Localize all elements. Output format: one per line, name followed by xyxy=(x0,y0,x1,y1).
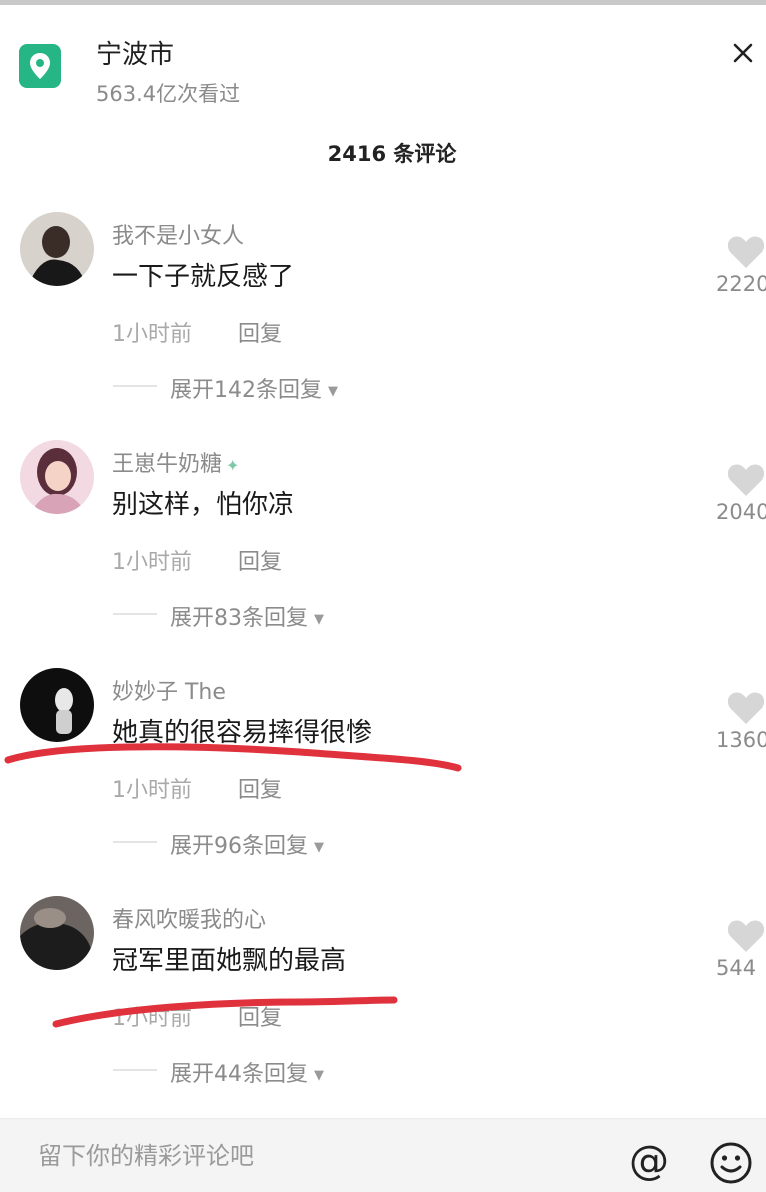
expand-replies-label: 展开83条回复 xyxy=(170,606,308,631)
comment-time: 1小时前 xyxy=(112,778,192,803)
comment-text: 她真的很容易摔得很惨 xyxy=(112,718,373,748)
top-edge-strip xyxy=(0,0,766,5)
heart-icon[interactable] xyxy=(726,918,766,954)
comment-username[interactable]: 王崽牛奶糖 ✦ xyxy=(112,446,239,478)
at-icon[interactable]: @ xyxy=(624,1138,674,1188)
expand-divider xyxy=(113,841,157,843)
like-count: 2040 xyxy=(716,500,766,524)
comment-item: 春风吹暖我的心 冠军里面她飘的最高 1小时前 回复 展开44条回复 ▼ 544 xyxy=(0,896,766,1124)
expand-replies-button[interactable]: 展开96条回复 ▼ xyxy=(170,828,324,860)
reply-button[interactable]: 回复 xyxy=(238,772,282,804)
comment-item: 我不是小女人 一下子就反感了 1小时前 回复 展开142条回复 ▼ 2220 xyxy=(0,212,766,440)
like-count: 1360 xyxy=(716,728,766,752)
expand-divider xyxy=(113,613,157,615)
comment-time: 1小时前 xyxy=(112,1006,192,1031)
comment-item: 妙妙子 The 她真的很容易摔得很惨 1小时前 回复 展开96条回复 ▼ 1360 xyxy=(0,668,766,896)
comment-username[interactable]: 春风吹暖我的心 xyxy=(112,902,266,934)
reply-button[interactable]: 回复 xyxy=(238,544,282,576)
avatar[interactable] xyxy=(20,212,94,286)
location-pin-icon xyxy=(19,44,61,88)
caret-down-icon: ▼ xyxy=(314,839,324,855)
comment-time: 1小时前 xyxy=(112,550,192,575)
expand-replies-button[interactable]: 展开83条回复 ▼ xyxy=(170,600,324,632)
expand-replies-label: 展开142条回复 xyxy=(170,378,322,403)
heart-icon[interactable] xyxy=(726,234,766,270)
like-count: 2220 xyxy=(716,272,766,296)
comment-input[interactable] xyxy=(24,1128,614,1184)
comment-time: 1小时前 xyxy=(112,322,192,347)
location-title[interactable]: 宁波市 xyxy=(96,34,174,71)
caret-down-icon: ▼ xyxy=(314,611,324,627)
avatar[interactable] xyxy=(20,896,94,970)
comment-username[interactable]: 妙妙子 The xyxy=(112,674,226,706)
reply-button[interactable]: 回复 xyxy=(238,1000,282,1032)
avatar[interactable] xyxy=(20,668,94,742)
comment-count-title: 2416 条评论 xyxy=(327,142,457,166)
emoji-icon[interactable] xyxy=(706,1138,756,1188)
reply-button[interactable]: 回复 xyxy=(238,316,282,348)
close-icon xyxy=(733,43,753,63)
expand-replies-label: 展开96条回复 xyxy=(170,834,308,859)
expand-divider xyxy=(113,385,157,387)
comment-item: 王崽牛奶糖 ✦ 别这样，怕你凉 1小时前 回复 展开83条回复 ▼ 2040 xyxy=(0,440,766,668)
heart-icon[interactable] xyxy=(726,462,766,498)
expand-replies-button[interactable]: 展开44条回复 ▼ xyxy=(170,1056,324,1088)
sparkle-icon: ✦ xyxy=(226,456,240,475)
close-button[interactable] xyxy=(724,34,762,72)
comment-text: 一下子就反感了 xyxy=(112,262,295,292)
caret-down-icon: ▼ xyxy=(328,383,338,399)
comment-text: 冠军里面她飘的最高 xyxy=(112,946,347,976)
comment-text: 别这样，怕你凉 xyxy=(112,490,295,520)
like-count: 544 xyxy=(716,956,757,980)
avatar[interactable] xyxy=(20,440,94,514)
expand-divider xyxy=(113,1069,157,1071)
heart-icon[interactable] xyxy=(726,690,766,726)
caret-down-icon: ▼ xyxy=(314,1067,324,1083)
location-views: 563.4亿次看过 xyxy=(96,82,241,106)
expand-replies-button[interactable]: 展开142条回复 ▼ xyxy=(170,372,338,404)
expand-replies-label: 展开44条回复 xyxy=(170,1062,308,1087)
comment-username[interactable]: 我不是小女人 xyxy=(112,218,244,250)
comment-username-text: 王崽牛奶糖 xyxy=(112,452,223,477)
